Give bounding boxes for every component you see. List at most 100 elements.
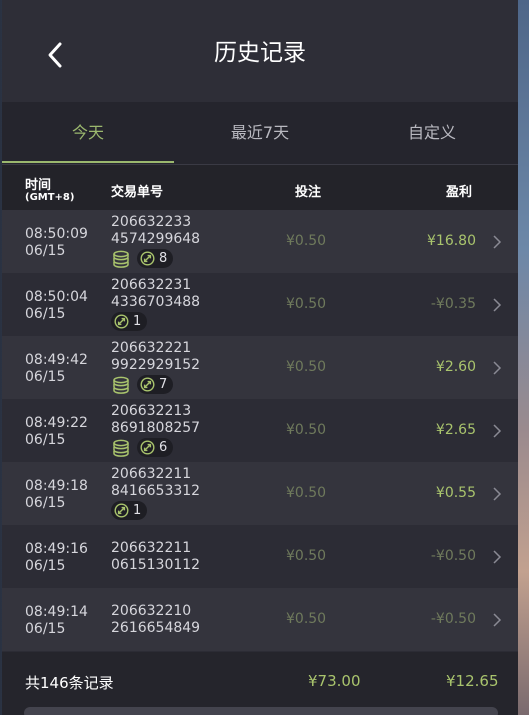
tab-bar: 今天 最近7天 自定义 <box>2 102 518 164</box>
active-tab-indicator <box>2 161 174 163</box>
record-time: 08:49:42 06/15 <box>25 352 88 386</box>
order-number-part2: 4574299648 <box>111 231 201 247</box>
record-order-number: 206632233 4574299648 <box>111 214 200 248</box>
spin-arrows-icon <box>140 440 155 455</box>
history-panel: 历史记录 今天 最近7天 自定义 时间 (GMT+8) 交易单号 投注 盈利 0… <box>2 0 518 715</box>
tab-custom[interactable]: 自定义 <box>346 102 518 164</box>
total-records: 共146条记录 <box>25 674 114 692</box>
chevron-right-icon <box>493 487 502 501</box>
column-bet: 投注 <box>295 185 322 200</box>
record-profit: ¥2.65 <box>435 422 476 438</box>
record-badges: 6 <box>111 438 174 457</box>
order-number-part2: 2616654849 <box>111 620 201 636</box>
record-order-number: 206632211 0615130112 <box>111 540 200 574</box>
chevron-right-icon <box>493 550 502 564</box>
record-profit: -¥0.50 <box>430 611 476 627</box>
column-header: 时间 (GMT+8) 交易单号 投注 盈利 <box>2 165 518 210</box>
column-timezone: (GMT+8) <box>25 192 75 203</box>
record-row[interactable]: 08:49:16 06/15 206632211 0615130112 ¥0.50 -¥0… <box>2 525 518 588</box>
record-time-value: 08:49:22 <box>25 415 88 431</box>
record-badges: 8 <box>111 249 174 268</box>
record-list: 08:50:09 06/15 206632233 4574299648 8 ¥0.50 ¥1… <box>2 210 518 651</box>
record-time: 08:50:09 06/15 <box>25 226 88 260</box>
record-date-value: 06/15 <box>25 306 66 322</box>
order-number-part1: 206632211 <box>111 466 192 482</box>
record-time-value: 08:49:14 <box>25 604 88 620</box>
chevron-right-icon <box>493 361 502 375</box>
bottom-handle <box>24 707 498 715</box>
chevron-right-icon <box>493 613 502 627</box>
record-time-value: 08:50:09 <box>25 226 88 242</box>
record-order-number: 206632213 8691808257 <box>111 403 200 437</box>
record-time: 08:49:22 06/15 <box>25 415 88 449</box>
record-profit: -¥0.35 <box>430 296 476 312</box>
record-badges: 1 <box>111 312 148 331</box>
record-date-value: 06/15 <box>25 432 66 448</box>
order-number-part2: 8416653312 <box>111 483 201 499</box>
record-date-value: 06/15 <box>25 495 66 511</box>
total-bet: ¥73.00 <box>308 672 361 690</box>
free-spin-chip: 1 <box>111 312 148 331</box>
order-number-part1: 206632231 <box>111 277 192 293</box>
record-row[interactable]: 08:49:42 06/15 206632221 9922929152 7 ¥0.50 ¥2… <box>2 336 518 399</box>
record-order-number: 206632231 4336703488 <box>111 277 200 311</box>
spin-arrows-icon <box>140 377 155 392</box>
coin-stack-icon <box>113 376 129 394</box>
record-bet: ¥0.50 <box>286 422 327 438</box>
record-bet: ¥0.50 <box>286 485 327 501</box>
record-bet: ¥0.50 <box>286 359 327 375</box>
record-bet: ¥0.50 <box>286 611 327 627</box>
order-number-part2: 0615130112 <box>111 557 201 573</box>
free-spin-chip: 7 <box>137 375 174 394</box>
record-profit: ¥0.55 <box>435 485 476 501</box>
chip-count: 6 <box>159 440 168 455</box>
chip-count: 1 <box>133 503 142 518</box>
total-profit: ¥12.65 <box>446 672 499 690</box>
chevron-right-icon <box>493 424 502 438</box>
column-time: 时间 <box>25 178 52 193</box>
record-row[interactable]: 08:50:09 06/15 206632233 4574299648 8 ¥0.50 ¥1… <box>2 210 518 273</box>
record-time: 08:49:16 06/15 <box>25 541 88 575</box>
record-row[interactable]: 08:49:14 06/15 206632210 2616654849 ¥0.50 -¥0… <box>2 588 518 651</box>
record-time-value: 08:50:04 <box>25 289 88 305</box>
record-bet: ¥0.50 <box>286 548 327 564</box>
record-time: 08:49:14 06/15 <box>25 604 88 638</box>
record-row[interactable]: 08:50:04 06/15 206632231 4336703488 1 ¥0.50 -¥… <box>2 273 518 336</box>
record-order-number: 206632221 9922929152 <box>111 340 200 374</box>
record-order-number: 206632210 2616654849 <box>111 603 200 637</box>
free-spin-chip: 1 <box>111 501 148 520</box>
coin-stack-icon <box>113 250 129 268</box>
order-number-part1: 206632233 <box>111 214 192 230</box>
record-date-value: 06/15 <box>25 558 66 574</box>
order-number-part2: 8691808257 <box>111 420 201 436</box>
column-order-number: 交易单号 <box>111 185 164 200</box>
tab-last-7-days[interactable]: 最近7天 <box>174 102 346 164</box>
spin-arrows-icon <box>114 503 129 518</box>
record-time: 08:49:18 06/15 <box>25 478 88 512</box>
order-number-part1: 206632210 <box>111 603 192 619</box>
chip-count: 8 <box>159 251 168 266</box>
free-spin-chip: 8 <box>137 249 174 268</box>
record-date-value: 06/15 <box>25 369 66 385</box>
chevron-right-icon <box>493 298 502 312</box>
coin-stack-icon <box>113 439 129 457</box>
record-badges: 7 <box>111 375 174 394</box>
record-badges: 1 <box>111 501 148 520</box>
page-title: 历史记录 <box>214 40 306 66</box>
spin-arrows-icon <box>114 314 129 329</box>
record-row[interactable]: 08:49:22 06/15 206632213 8691808257 6 ¥0.50 ¥2… <box>2 399 518 462</box>
record-bet: ¥0.50 <box>286 233 327 249</box>
record-profit: ¥16.80 <box>427 233 476 249</box>
spin-arrows-icon <box>140 251 155 266</box>
record-row[interactable]: 08:49:18 06/15 206632211 8416653312 1 ¥0.50 ¥0… <box>2 462 518 525</box>
chip-count: 7 <box>159 377 168 392</box>
order-number-part1: 206632221 <box>111 340 192 356</box>
record-bet: ¥0.50 <box>286 296 327 312</box>
record-date-value: 06/15 <box>25 243 66 259</box>
record-time: 08:50:04 06/15 <box>25 289 88 323</box>
record-time-value: 08:49:16 <box>25 541 88 557</box>
record-time-value: 08:49:18 <box>25 478 88 494</box>
tab-today[interactable]: 今天 <box>2 102 174 164</box>
record-time-value: 08:49:42 <box>25 352 88 368</box>
order-number-part1: 206632213 <box>111 403 192 419</box>
